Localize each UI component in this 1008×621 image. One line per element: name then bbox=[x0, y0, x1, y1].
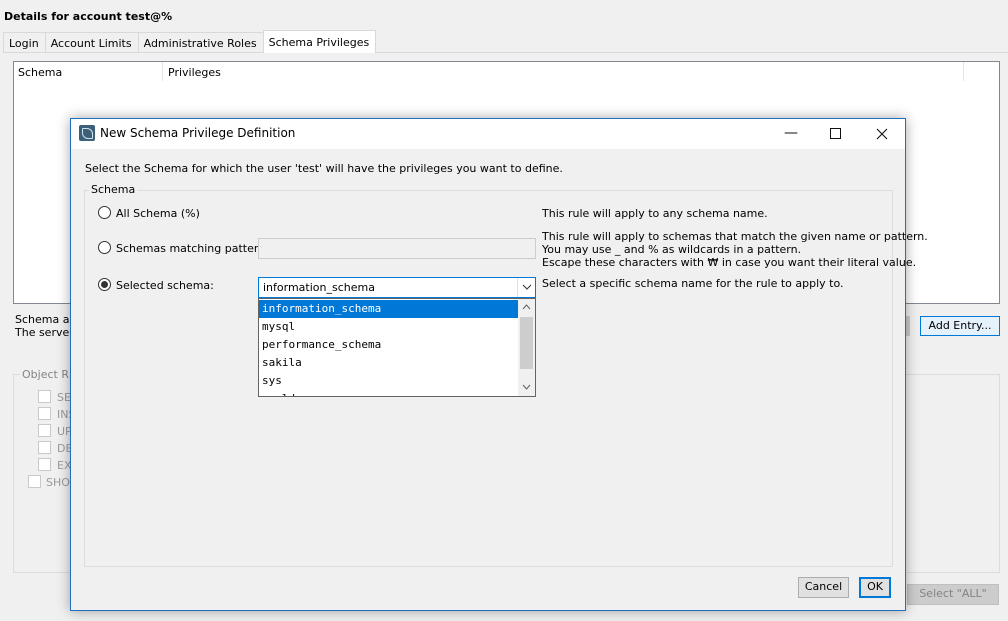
schemas-matching-label[interactable]: Schemas matching pattern: bbox=[116, 242, 269, 255]
dropdown-item-performance-schema[interactable]: performance_schema bbox=[259, 336, 519, 354]
checkbox-insert[interactable] bbox=[38, 407, 51, 420]
add-entry-button[interactable]: Add Entry... bbox=[920, 316, 1000, 336]
checkbox-select[interactable] bbox=[38, 390, 51, 403]
all-schema-description: This rule will apply to any schema name. bbox=[542, 207, 768, 220]
dropdown-item-sys[interactable]: sys bbox=[259, 372, 519, 390]
radio-selected-schema[interactable] bbox=[98, 278, 111, 291]
schema-combobox-value: information_schema bbox=[263, 281, 375, 294]
ok-button[interactable]: OK bbox=[859, 577, 891, 598]
schema-group-label: Schema bbox=[89, 183, 138, 196]
tab-administrative-roles[interactable]: Administrative Roles bbox=[137, 32, 264, 53]
tab-bar: Login Account Limits Administrative Role… bbox=[3, 30, 377, 53]
select-all-button[interactable]: Select "ALL" bbox=[907, 584, 999, 605]
minimize-icon[interactable]: — bbox=[768, 119, 814, 149]
dialog-prompt: Select the Schema for which the user 'te… bbox=[85, 162, 563, 175]
pattern-input[interactable] bbox=[258, 238, 536, 259]
tab-account-limits[interactable]: Account Limits bbox=[44, 32, 139, 53]
all-schema-label[interactable]: All Schema (%) bbox=[116, 207, 200, 220]
dropdown-item-world[interactable]: world bbox=[259, 390, 519, 396]
pattern-description-line-2: You may use _ and % as wildcards in a pa… bbox=[542, 243, 802, 256]
dropdown-item-information-schema[interactable]: information_schema bbox=[259, 300, 519, 318]
column-divider bbox=[162, 62, 163, 81]
mysql-workbench-icon bbox=[79, 125, 95, 141]
info-text-line-2: The server bbox=[15, 326, 74, 339]
column-header-schema[interactable]: Schema bbox=[18, 66, 62, 79]
radio-schemas-matching-pattern[interactable] bbox=[98, 241, 111, 254]
scroll-up-icon[interactable] bbox=[518, 299, 535, 316]
tab-login[interactable]: Login bbox=[3, 32, 46, 53]
radio-all-schema[interactable] bbox=[98, 206, 111, 219]
pattern-description-line-1: This rule will apply to schemas that mat… bbox=[542, 230, 928, 243]
column-header-privileges[interactable]: Privileges bbox=[168, 66, 221, 79]
maximize-icon[interactable] bbox=[813, 119, 859, 149]
cancel-button[interactable]: Cancel bbox=[798, 577, 849, 598]
column-divider bbox=[963, 62, 964, 81]
checkbox-delete[interactable] bbox=[38, 441, 51, 454]
checkbox-label: SE bbox=[57, 391, 71, 404]
dialog-title: New Schema Privilege Definition bbox=[100, 126, 296, 140]
close-icon[interactable] bbox=[859, 119, 905, 149]
chevron-down-icon[interactable] bbox=[517, 278, 535, 297]
selected-schema-description: Select a specific schema name for the ru… bbox=[542, 277, 844, 290]
dropdown-item-sakila[interactable]: sakila bbox=[259, 354, 519, 372]
schema-dropdown-list: information_schema mysql performance_sch… bbox=[258, 298, 536, 397]
scroll-down-icon[interactable] bbox=[518, 379, 535, 396]
tab-schema-privileges[interactable]: Schema Privileges bbox=[262, 30, 377, 53]
checkbox-execute[interactable] bbox=[38, 458, 51, 471]
dropdown-item-mysql[interactable]: mysql bbox=[259, 318, 519, 336]
account-details-title: Details for account test@% bbox=[4, 10, 173, 23]
pattern-description-line-3: Escape these characters with ₩ in case y… bbox=[542, 256, 917, 269]
checkbox-show-view[interactable] bbox=[28, 475, 41, 488]
selected-schema-label[interactable]: Selected schema: bbox=[116, 279, 214, 292]
checkbox-update[interactable] bbox=[38, 424, 51, 437]
scrollbar-thumb[interactable] bbox=[520, 317, 533, 369]
